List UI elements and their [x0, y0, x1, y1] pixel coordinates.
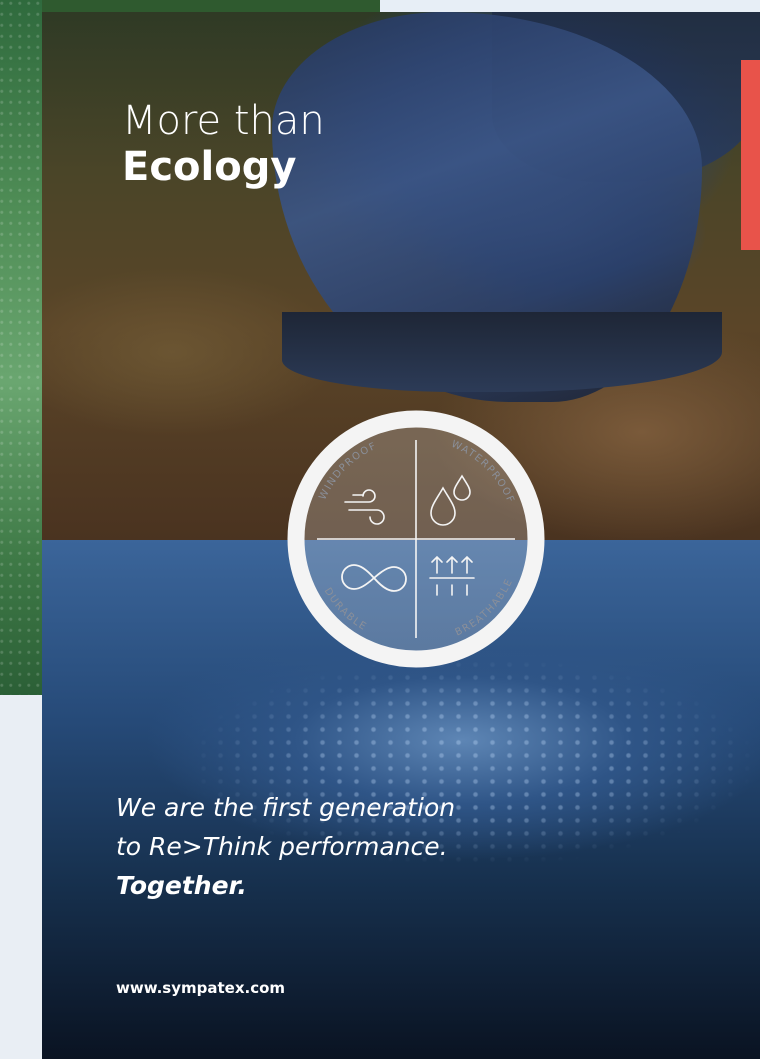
- headline-line2: Ecology: [122, 144, 297, 190]
- tagline: We are the first generation to Re>Think …: [116, 789, 455, 905]
- website-link[interactable]: www.sympatex.com: [116, 979, 285, 997]
- shoe-sole: [282, 312, 722, 392]
- background-light-strip: [380, 0, 760, 12]
- background-green-fabric: [0, 0, 42, 695]
- tagline-line1: We are the first generation: [116, 793, 456, 822]
- tagline-line2: to Re>Think performance.: [116, 831, 448, 861]
- tagline-line3: Together.: [116, 870, 247, 900]
- advertisement-poster: More than Ecology WINDPROOF WATERPROOF D…: [42, 12, 760, 1059]
- performance-badge: WINDPROOF WATERPROOF DURABLE BREATHABLE: [287, 410, 545, 668]
- headline-line1: More than: [122, 98, 325, 144]
- background-top-strip: [42, 0, 380, 12]
- brand-tab: [741, 60, 760, 250]
- headline: More than Ecology: [122, 98, 325, 190]
